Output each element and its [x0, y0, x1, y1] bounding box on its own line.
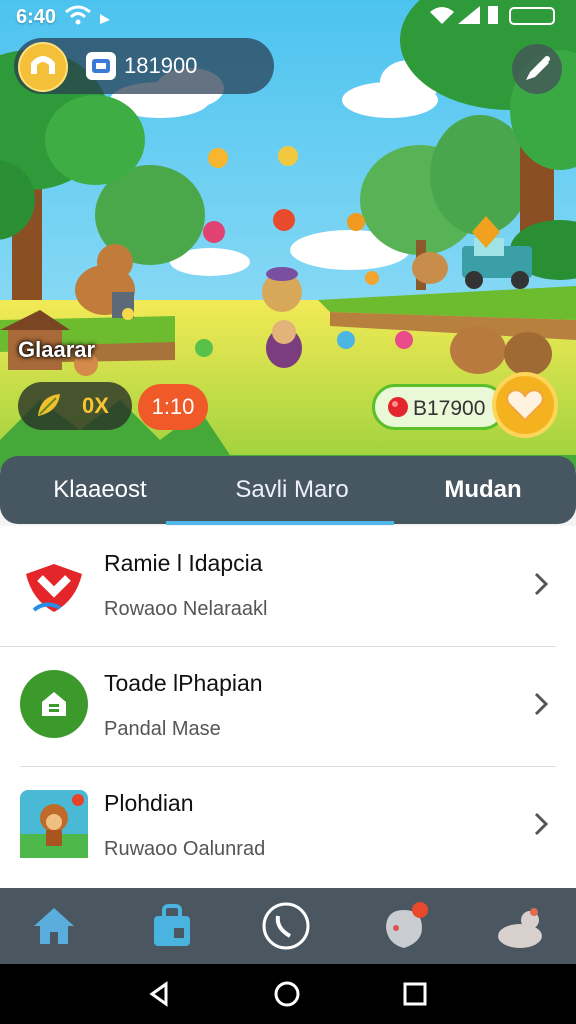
signal-battery-icons [430, 6, 555, 25]
leaf-value: 0X [82, 393, 109, 418]
pencil-icon [526, 56, 550, 80]
place-label: Glaarar [18, 337, 96, 362]
leaf-counter[interactable]: 0X [18, 382, 132, 430]
tab-savli-maro[interactable]: Savli Maro [200, 456, 384, 524]
chevron-right-icon [534, 572, 549, 596]
status-time: 6:40 [16, 6, 57, 28]
home-button-icon[interactable] [273, 980, 301, 1008]
ruby-icon [388, 397, 408, 417]
list-item[interactable]: Toade lPhapian Pandal Mase [0, 646, 576, 766]
coin-face-icon [31, 56, 55, 74]
animal-profile-icon [498, 908, 542, 948]
wallet-icon [86, 52, 116, 80]
item-list: Ramie l Idapcia Rowaoo Nelaraakl Toade l… [0, 526, 576, 888]
monkey-game-icon [20, 790, 88, 858]
green-house-icon [20, 670, 88, 738]
chevron-right-icon [534, 812, 549, 836]
status-bar: 6:40 [0, 0, 576, 32]
coin-value: 181900 [124, 53, 198, 78]
tab-bar: Klaaeost Savli Maro Mudan [0, 456, 576, 524]
system-nav-bar [0, 964, 576, 1024]
home-icon [34, 908, 74, 944]
gem-value: B17900 [413, 397, 486, 420]
tab-mudan[interactable]: Mudan [390, 456, 576, 524]
tab-klaaeost[interactable]: Klaaeost [0, 456, 200, 524]
back-icon[interactable] [146, 980, 174, 1008]
bottom-nav [0, 888, 576, 964]
coin-avatar-icon [18, 42, 68, 92]
favorite-button[interactable] [492, 372, 558, 438]
ghost-notification-icon [386, 902, 428, 948]
coin-counter[interactable]: 181900 [14, 38, 274, 94]
nav-profile[interactable] [492, 898, 548, 954]
shop-bag-icon [154, 904, 190, 946]
edit-button[interactable] [512, 44, 562, 94]
recents-icon[interactable] [401, 980, 429, 1008]
list-item-subtitle: Pandal Mase [104, 718, 221, 740]
list-item-title: Toade lPhapian [104, 670, 263, 696]
list-item-title: Ramie l Idapcia [104, 550, 263, 576]
wifi-icon [65, 5, 110, 25]
list-item[interactable]: Plohdian Ruwaoo Oalunrad [0, 766, 576, 886]
red-shield-icon [20, 550, 88, 618]
list-item-title: Plohdian [104, 790, 194, 816]
nav-shop[interactable] [144, 898, 200, 954]
leaf-icon [38, 394, 60, 416]
phone-icon [262, 902, 310, 950]
gem-counter[interactable]: B17900 [372, 384, 506, 430]
list-item-subtitle: Rowaoo Nelaraakl [104, 598, 268, 620]
nav-notifications[interactable] [378, 898, 434, 954]
timer-badge: 1:10 [138, 384, 208, 430]
chevron-right-icon [534, 692, 549, 716]
active-tab-indicator [166, 521, 394, 525]
heart-icon [506, 389, 544, 422]
nav-home[interactable] [26, 898, 82, 954]
list-item-subtitle: Ruwaoo Oalunrad [104, 838, 266, 860]
nav-phone[interactable] [258, 898, 314, 954]
list-item[interactable]: Ramie l Idapcia Rowaoo Nelaraakl [0, 526, 576, 646]
